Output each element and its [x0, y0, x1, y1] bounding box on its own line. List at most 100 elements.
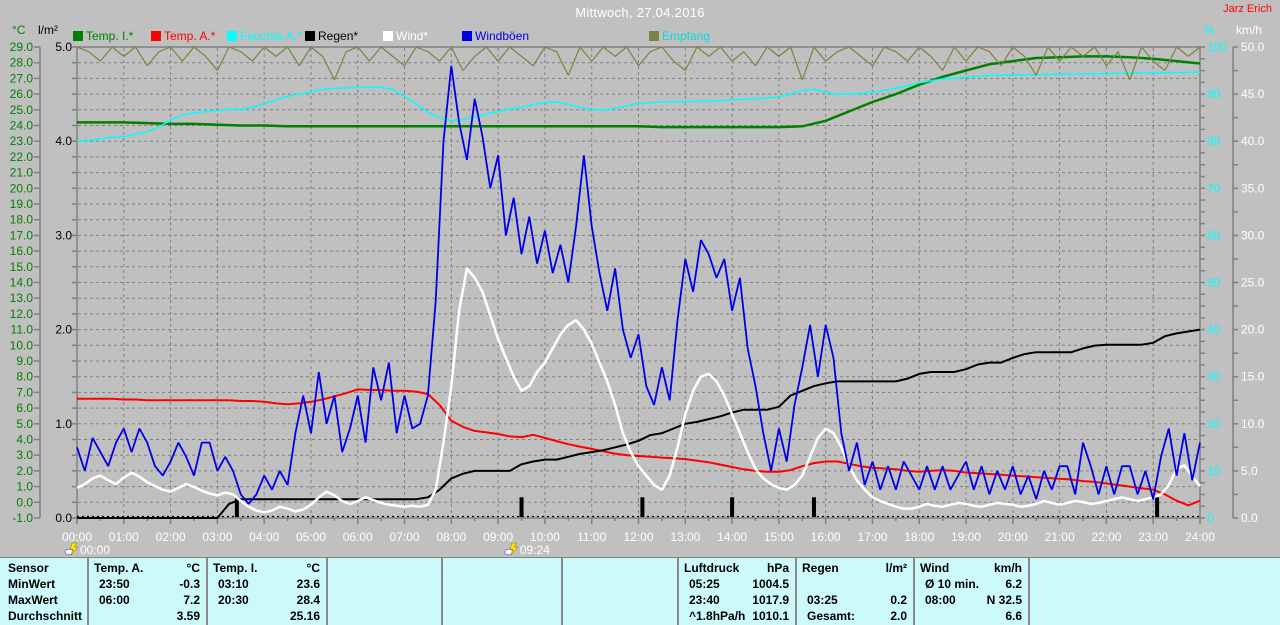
svg-text:2.0: 2.0 — [16, 464, 33, 478]
legend-item: Regen* — [305, 29, 358, 43]
svg-text:3.0: 3.0 — [55, 228, 72, 242]
table-cell-value: 1004.5 — [719, 577, 789, 591]
table-cell-value: 28.4 — [250, 593, 320, 607]
svg-text:20.0: 20.0 — [1241, 323, 1265, 337]
svg-text:11:00: 11:00 — [577, 530, 606, 544]
svg-text:16.0: 16.0 — [10, 244, 34, 258]
svg-text:0: 0 — [1207, 511, 1214, 525]
svg-text:0.0: 0.0 — [55, 511, 72, 525]
table-separator — [913, 558, 915, 625]
svg-text:3.0: 3.0 — [16, 448, 33, 462]
svg-text:19:00: 19:00 — [951, 530, 981, 544]
svg-text:Temp. I.*: Temp. I.* — [86, 29, 134, 43]
svg-text:18:00: 18:00 — [904, 530, 934, 544]
table-row-label: Durchschnitt — [8, 609, 82, 623]
table-cell-value: 3.59 — [130, 609, 200, 623]
table-cell-value: 6.6 — [952, 609, 1022, 623]
svg-text:23.0: 23.0 — [10, 134, 34, 148]
svg-text:100: 100 — [1207, 40, 1227, 54]
svg-text:80: 80 — [1207, 134, 1221, 148]
svg-text:03:00: 03:00 — [202, 530, 232, 544]
legend-swatch-tempa — [151, 31, 161, 41]
svg-text:30: 30 — [1207, 370, 1221, 384]
legend-swatch-tempi — [73, 31, 83, 41]
table-cell-time: 23:40 — [689, 593, 720, 607]
table-col-unit: hPa — [729, 561, 789, 575]
svg-text:08:00: 08:00 — [436, 530, 466, 544]
table-separator — [1028, 558, 1030, 625]
svg-text:35.0: 35.0 — [1241, 181, 1265, 195]
table-cell-value: 25.16 — [250, 609, 320, 623]
legend-item: Feuchte A.* — [227, 29, 302, 43]
svg-text:25.0: 25.0 — [1241, 276, 1265, 290]
svg-text:0.0: 0.0 — [16, 495, 33, 509]
svg-text:00:00: 00:00 — [80, 543, 110, 557]
svg-text:40.0: 40.0 — [1241, 134, 1265, 148]
svg-text:25.0: 25.0 — [10, 103, 34, 117]
table-separator — [795, 558, 797, 625]
svg-text:90: 90 — [1207, 87, 1221, 101]
event-marker: 00:00 — [65, 543, 110, 557]
table-row-label: MinWert — [8, 577, 55, 591]
svg-text:Empfang: Empfang — [662, 29, 710, 43]
table-cell-time: 03:10 — [218, 577, 249, 591]
svg-text:18.0: 18.0 — [10, 213, 34, 227]
svg-text:17.0: 17.0 — [10, 228, 34, 242]
svg-text:29.0: 29.0 — [10, 40, 34, 54]
stats-table: SensorMinWertMaxWertDurchschnittTemp. A.… — [0, 557, 1280, 625]
svg-text:1.0: 1.0 — [55, 417, 72, 431]
svg-text:20: 20 — [1207, 417, 1221, 431]
svg-text:04:00: 04:00 — [249, 530, 279, 544]
svg-text:00:00: 00:00 — [62, 530, 92, 544]
legend-item: Wind* — [383, 29, 428, 43]
grid — [78, 48, 1199, 517]
svg-text:7.0: 7.0 — [16, 385, 33, 399]
svg-text:6.0: 6.0 — [16, 401, 33, 415]
svg-text:09:00: 09:00 — [483, 530, 513, 544]
svg-text:10:00: 10:00 — [530, 530, 560, 544]
svg-text:5.0: 5.0 — [16, 417, 33, 431]
table-cell-value: 0.2 — [837, 593, 907, 607]
svg-text:Wind*: Wind* — [396, 29, 428, 43]
svg-text:15:00: 15:00 — [764, 530, 794, 544]
svg-text:-1.0: -1.0 — [12, 511, 33, 525]
table-cell-time: 06:00 — [99, 593, 130, 607]
table-separator — [206, 558, 208, 625]
legend-item: Temp. A.* — [151, 29, 216, 43]
svg-text:5.0: 5.0 — [55, 40, 72, 54]
table-col-header: Wind — [920, 561, 949, 575]
table-cell-value: 7.2 — [130, 593, 200, 607]
svg-text:05:00: 05:00 — [296, 530, 326, 544]
svg-text:09:24: 09:24 — [520, 543, 550, 557]
table-col-unit: °C — [260, 561, 320, 575]
table-cell-value: -0.3 — [130, 577, 200, 591]
event-marker: 09:24 — [505, 543, 550, 557]
svg-text:8.0: 8.0 — [16, 370, 33, 384]
table-separator — [326, 558, 328, 625]
table-col-header: Regen — [802, 561, 839, 575]
axis-labels: 29.028.027.026.025.024.023.022.021.020.0… — [10, 40, 1265, 544]
table-separator — [677, 558, 679, 625]
svg-text:9.0: 9.0 — [16, 354, 33, 368]
svg-text:28.0: 28.0 — [10, 56, 34, 70]
svg-text:15.0: 15.0 — [1241, 370, 1265, 384]
svg-text:10: 10 — [1207, 464, 1221, 478]
svg-text:22:00: 22:00 — [1091, 530, 1121, 544]
svg-text:12:00: 12:00 — [623, 530, 653, 544]
svg-text:50.0: 50.0 — [1241, 40, 1265, 54]
svg-text:45.0: 45.0 — [1241, 87, 1265, 101]
legend-swatch-regen — [305, 31, 315, 41]
chart-legend: Temp. I.* Temp. A.* Feuchte A.*Regen* Wind*… — [73, 29, 710, 43]
legend-item: Windböen — [462, 29, 529, 43]
table-col-header: Temp. I. — [213, 561, 257, 575]
table-cell-value: 1010.1 — [719, 609, 789, 623]
svg-text:21.0: 21.0 — [10, 166, 34, 180]
svg-text:24.0: 24.0 — [10, 119, 34, 133]
svg-text:40: 40 — [1207, 323, 1221, 337]
table-cell-time: 23:50 — [99, 577, 130, 591]
table-separator — [561, 558, 563, 625]
svg-text:1.0: 1.0 — [16, 480, 33, 494]
table-cell-time: 20:30 — [218, 593, 249, 607]
svg-text:30.0: 30.0 — [1241, 228, 1265, 242]
svg-text:70: 70 — [1207, 181, 1221, 195]
